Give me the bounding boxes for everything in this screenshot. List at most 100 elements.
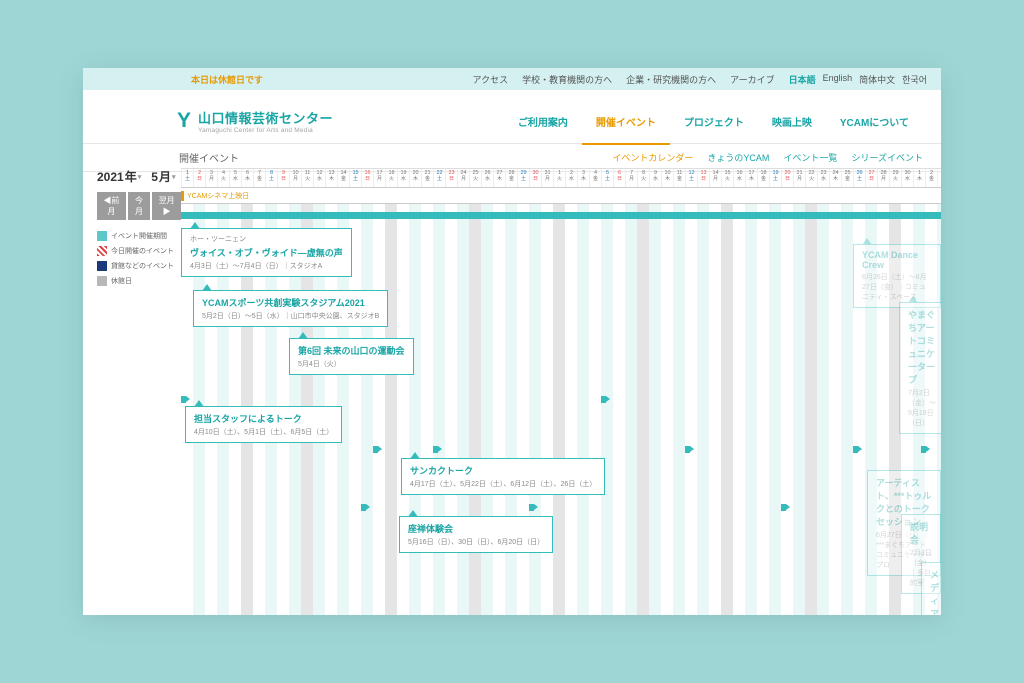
lang-zh[interactable]: 简体中文 (859, 73, 895, 86)
nav-guide[interactable]: ご利用案内 (504, 98, 582, 145)
lang-en[interactable]: English (823, 73, 853, 86)
ruler-day[interactable]: 3土 (937, 169, 941, 187)
ruler-day[interactable]: 24月 (457, 169, 469, 187)
util-link-school[interactable]: 学校・教育機関の方へ (522, 73, 612, 86)
ruler-day[interactable]: 26水 (481, 169, 493, 187)
ruler-day[interactable]: 11金 (673, 169, 685, 187)
util-link-archive[interactable]: アーカイブ (730, 73, 774, 86)
ruler-day[interactable]: 19土 (769, 169, 781, 187)
ruler-day[interactable]: 27木 (493, 169, 505, 187)
ruler-day[interactable]: 13木 (325, 169, 337, 187)
ruler-day[interactable]: 18火 (385, 169, 397, 187)
nav-about[interactable]: YCAMについて (826, 98, 923, 145)
ruler-day[interactable]: 24木 (829, 169, 841, 187)
grid-column (673, 204, 685, 615)
logo[interactable]: Y 山口情報芸術センター Yamaguchi Center for Arts a… (177, 108, 333, 134)
ruler-day[interactable]: 1木 (913, 169, 925, 187)
ruler-day[interactable]: 15火 (721, 169, 733, 187)
ruler-day[interactable]: 6日 (613, 169, 625, 187)
ruler-day[interactable]: 9水 (649, 169, 661, 187)
ruler-day[interactable]: 14月 (709, 169, 721, 187)
ruler-day[interactable]: 15土 (349, 169, 361, 187)
ruler-day[interactable]: 25火 (469, 169, 481, 187)
ruler-day[interactable]: 29土 (517, 169, 529, 187)
ruler-day[interactable]: 29火 (889, 169, 901, 187)
ruler-day[interactable]: 8火 (637, 169, 649, 187)
ruler-day[interactable]: 27日 (865, 169, 877, 187)
event-card-sports[interactable]: YCAMスポーツ共創実験スタジアム20215月2日（日）〜5日（水）｜山口市中央… (193, 290, 388, 327)
ruler-day[interactable]: 25金 (841, 169, 853, 187)
lang-ja[interactable]: 日本語 (789, 73, 816, 86)
nav-cinema[interactable]: 映画上映 (758, 98, 826, 145)
ruler-day[interactable]: 16日 (361, 169, 373, 187)
ruler-day[interactable]: 22土 (433, 169, 445, 187)
ruler-day[interactable]: 23水 (817, 169, 829, 187)
ruler-day[interactable]: 20木 (409, 169, 421, 187)
ruler-day[interactable]: 13日 (697, 169, 709, 187)
ruler-day[interactable]: 6木 (241, 169, 253, 187)
ruler-day[interactable]: 26土 (853, 169, 865, 187)
ruler-day[interactable]: 17月 (373, 169, 385, 187)
ruler-day[interactable]: 30水 (901, 169, 913, 187)
ruler-day[interactable]: 7月 (625, 169, 637, 187)
ruler-day[interactable]: 30日 (529, 169, 541, 187)
ruler-day[interactable]: 3木 (577, 169, 589, 187)
prev-month-button[interactable]: ◀前月 (97, 192, 126, 220)
ruler-day[interactable]: 2金 (925, 169, 937, 187)
ruler-day[interactable]: 22火 (805, 169, 817, 187)
event-card-sankaku[interactable]: サンカクトーク4月17日（土）、5月22日（土）、6月12日（土）、26日（土） (401, 458, 605, 495)
ruler-day[interactable]: 12土 (685, 169, 697, 187)
year-select[interactable]: 2021年▾ (97, 168, 141, 185)
ruler-day[interactable]: 12水 (313, 169, 325, 187)
ruler-day[interactable]: 1火 (553, 169, 565, 187)
this-month-button[interactable]: 今月 (128, 192, 151, 220)
subnav-calendar[interactable]: イベントカレンダー (612, 151, 693, 164)
ruler-day[interactable]: 19水 (397, 169, 409, 187)
ruler-day[interactable]: 4火 (217, 169, 229, 187)
event-card-art-comm[interactable]: やまぐちアートコミュニケータープ7月2日（金）〜9月19日（日） (899, 302, 941, 434)
ruler-day[interactable]: 11火 (301, 169, 313, 187)
lang-ko[interactable]: 한국어 (902, 73, 927, 86)
subnav-list[interactable]: イベント一覧 (783, 151, 837, 164)
ruler-day[interactable]: 7金 (253, 169, 265, 187)
ruler-day[interactable]: 28金 (505, 169, 517, 187)
ruler-day[interactable]: 9日 (277, 169, 289, 187)
grid-column (709, 204, 721, 615)
ruler-day[interactable]: 4金 (589, 169, 601, 187)
ruler-day[interactable]: 21金 (421, 169, 433, 187)
event-card-void[interactable]: ホー・ツーニェンヴォイス・オブ・ヴォイド—虚無の声4月3日（土）〜7月4日（日）… (181, 228, 352, 277)
ruler-day[interactable]: 18金 (757, 169, 769, 187)
date-ruler: 1土2日3月4火5水6木7金8土9日10月11火12水13木14金15土16日1… (181, 168, 941, 188)
util-link-corp[interactable]: 企業・研究機関の方へ (626, 73, 716, 86)
ruler-day[interactable]: 20日 (781, 169, 793, 187)
nav-events[interactable]: 開催イベント (582, 98, 670, 145)
ruler-day[interactable]: 2水 (565, 169, 577, 187)
ruler-day[interactable]: 3月 (205, 169, 217, 187)
ruler-day[interactable]: 21月 (793, 169, 805, 187)
ruler-day[interactable]: 31月 (541, 169, 553, 187)
nav-project[interactable]: プロジェクト (670, 98, 758, 145)
month-select[interactable]: 5月▾ (151, 168, 175, 185)
ruler-day[interactable]: 5水 (229, 169, 241, 187)
ruler-day[interactable]: 5土 (601, 169, 613, 187)
next-month-button[interactable]: 翌月▶ (152, 192, 181, 220)
ruler-day[interactable]: 2日 (193, 169, 205, 187)
ruler-day[interactable]: 16水 (733, 169, 745, 187)
subnav-today[interactable]: きょうのYCAM (707, 151, 769, 164)
ruler-day[interactable]: 14金 (337, 169, 349, 187)
ruler-day[interactable]: 10木 (661, 169, 673, 187)
event-card-undokai[interactable]: 第6回 未来の山口の運動会5月4日（火） (289, 338, 414, 375)
main-nav: ご利用案内 開催イベント プロジェクト 映画上映 YCAMについて (504, 98, 923, 145)
ruler-day[interactable]: 17木 (745, 169, 757, 187)
ruler-day[interactable]: 23日 (445, 169, 457, 187)
event-card-dance[interactable]: YCAM Dance Crew6月26日（土）〜8月27日（金）｜コミュニティ・… (853, 244, 941, 308)
ruler-day[interactable]: 10月 (289, 169, 301, 187)
event-card-media[interactable]: メディア7月10日 (921, 562, 941, 615)
event-card-staff-talk[interactable]: 担当スタッフによるトーク4月10日（土）、5月1日（土）、6月5日（土） (185, 406, 342, 443)
subnav-series[interactable]: シリーズイベント (851, 151, 923, 164)
ruler-day[interactable]: 28月 (877, 169, 889, 187)
event-card-zazen[interactable]: 座禅体験会5月16日（日）、30日（日）、6月20日（日） (399, 516, 553, 553)
ruler-day[interactable]: 1土 (181, 169, 193, 187)
util-link-access[interactable]: アクセス (473, 73, 509, 86)
ruler-day[interactable]: 8土 (265, 169, 277, 187)
